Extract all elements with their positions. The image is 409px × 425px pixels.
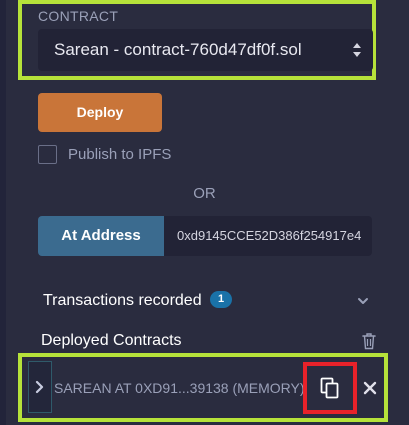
chevron-down-icon[interactable] xyxy=(356,294,370,308)
transactions-count-badge: 1 xyxy=(210,291,232,308)
panel-edge xyxy=(0,0,6,425)
at-address-button[interactable]: At Address xyxy=(38,216,164,256)
instance-expand-button[interactable] xyxy=(28,361,52,413)
address-input[interactable]: 0xd9145CCE52D386f254917e4 xyxy=(164,216,372,256)
contract-select[interactable]: Sarean - contract-760d47df0f.sol xyxy=(38,29,373,71)
select-arrows-icon xyxy=(353,43,361,57)
transactions-recorded-label[interactable]: Transactions recorded xyxy=(43,292,202,310)
instance-name[interactable]: SAREAN AT 0XD91...39138 (MEMORY) xyxy=(54,380,305,396)
chevron-right-icon xyxy=(35,380,44,394)
copy-icon[interactable] xyxy=(320,377,340,399)
close-icon[interactable] xyxy=(363,381,377,395)
contract-select-value: Sarean - contract-760d47df0f.sol xyxy=(54,40,302,59)
deployed-contracts-label: Deployed Contracts xyxy=(41,332,182,349)
contract-label: CONTRACT xyxy=(38,8,119,24)
deploy-run-panel: CONTRACT Sarean - contract-760d47df0f.so… xyxy=(0,0,409,425)
deploy-button[interactable]: Deploy xyxy=(38,93,162,132)
publish-ipfs-checkbox[interactable] xyxy=(38,145,57,164)
or-divider: OR xyxy=(193,185,216,202)
trash-icon[interactable] xyxy=(361,332,377,350)
publish-ipfs-label: Publish to IPFS xyxy=(68,146,172,163)
